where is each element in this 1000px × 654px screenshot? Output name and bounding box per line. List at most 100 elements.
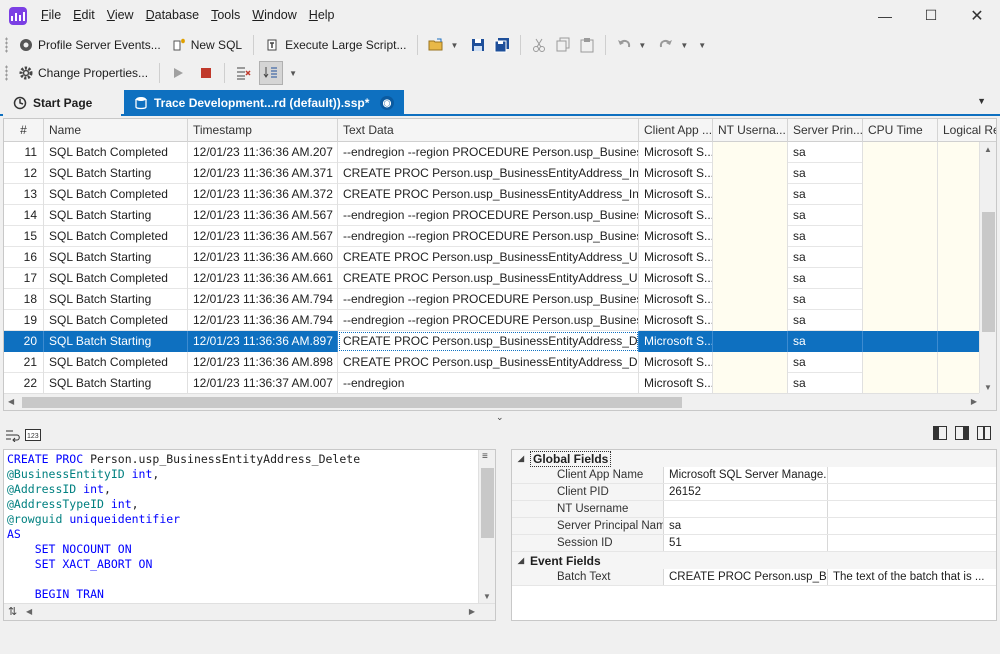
editor-vertical-scrollbar[interactable]: ≡ ▼ bbox=[478, 450, 495, 604]
header-col-timestamp[interactable]: Timestamp bbox=[188, 119, 338, 142]
table-row[interactable]: 12 SQL Batch Starting 12/01/23 11:36:36 AM… bbox=[4, 163, 996, 184]
cell-cpu-time bbox=[863, 142, 938, 163]
scroll-down-icon[interactable]: ▼ bbox=[984, 383, 992, 392]
split-horizontal-icon[interactable]: ⇅ bbox=[8, 605, 17, 618]
header-col-nt-username[interactable]: NT Userna... bbox=[713, 119, 788, 142]
table-row[interactable]: 21 SQL Batch Completed 12/01/23 11:36:36 A… bbox=[4, 352, 996, 373]
scroll-left-icon[interactable]: ◀ bbox=[26, 607, 32, 616]
menu-file[interactable]: File bbox=[35, 0, 67, 31]
table-row[interactable]: 13 SQL Batch Completed 12/01/23 11:36:36 A… bbox=[4, 184, 996, 205]
redo-dropdown-icon[interactable]: ▼ bbox=[680, 41, 688, 50]
table-row[interactable]: 18 SQL Batch Starting 12/01/23 11:36:36 AM… bbox=[4, 289, 996, 310]
menu-database[interactable]: Database bbox=[140, 0, 206, 31]
layout-split-panel-icon[interactable] bbox=[977, 426, 991, 440]
header-col-client-app[interactable]: Client App ... bbox=[639, 119, 713, 142]
menu-window[interactable]: Window bbox=[246, 0, 302, 31]
event-fields-section[interactable]: ◢ Event Fields bbox=[512, 552, 996, 569]
toolbar-grip[interactable] bbox=[5, 65, 8, 81]
menu-help[interactable]: Help bbox=[303, 0, 341, 31]
open-file-button[interactable] bbox=[424, 33, 448, 57]
undo-button[interactable] bbox=[612, 33, 636, 57]
line-numbers-button[interactable]: 123 bbox=[23, 425, 43, 445]
scroll-up-icon[interactable]: ▲ bbox=[984, 145, 992, 154]
global-fields-section[interactable]: ◢ Global Fields bbox=[512, 450, 996, 467]
execute-large-script-button[interactable]: Execute Large Script... bbox=[260, 33, 411, 57]
save-all-button[interactable] bbox=[490, 33, 514, 57]
start-button[interactable] bbox=[166, 61, 190, 85]
header-col-name[interactable]: Name bbox=[44, 119, 188, 142]
collapse-icon[interactable]: ◢ bbox=[512, 556, 530, 565]
menu-view[interactable]: View bbox=[101, 0, 140, 31]
collapse-icon[interactable]: ◢ bbox=[512, 454, 530, 463]
save-button[interactable] bbox=[466, 33, 490, 57]
menu-edit[interactable]: Edit bbox=[67, 0, 101, 31]
property-value: CREATE PROC Person.usp_B... bbox=[664, 569, 828, 585]
header-col-server-principal[interactable]: Server Prin... bbox=[788, 119, 863, 142]
new-sql-button[interactable]: New SQL bbox=[166, 33, 247, 57]
paste-button[interactable] bbox=[575, 33, 599, 57]
grid-vertical-scrollbar[interactable]: ▲ ▼ bbox=[979, 142, 996, 395]
cell-text-data: --endregion --region PROCEDURE Person.us… bbox=[338, 310, 639, 331]
scroll-left-icon[interactable]: ◀ bbox=[8, 397, 14, 406]
header-col-logical-reads[interactable]: Logical Rea bbox=[938, 119, 996, 142]
menu-tools[interactable]: Tools bbox=[205, 0, 246, 31]
scroll-right-icon[interactable]: ▶ bbox=[971, 397, 977, 406]
header-col-number[interactable]: # bbox=[4, 119, 44, 142]
table-row[interactable]: 19 SQL Batch Completed 12/01/23 11:36:36 A… bbox=[4, 310, 996, 331]
cell-name: SQL Batch Starting bbox=[44, 163, 188, 184]
word-wrap-button[interactable] bbox=[3, 425, 23, 445]
minimize-button[interactable]: — bbox=[862, 0, 908, 31]
editor-vscroll-thumb[interactable] bbox=[481, 468, 494, 538]
cell-server-principal: sa bbox=[788, 373, 863, 394]
stop-button[interactable] bbox=[194, 61, 218, 85]
property-row[interactable]: NT Username bbox=[512, 501, 996, 518]
editor-horizontal-scrollbar[interactable]: ⇅ ◀ ▶ bbox=[4, 603, 495, 620]
property-row[interactable]: Server Principal Name sa bbox=[512, 518, 996, 535]
svg-text:123: 123 bbox=[27, 433, 39, 440]
sql-code[interactable]: CREATE PROC Person.usp_BusinessEntityAdd… bbox=[7, 452, 360, 602]
grid-vscroll-thumb[interactable] bbox=[982, 212, 995, 332]
autoscroll-dropdown-icon[interactable]: ▼ bbox=[289, 69, 297, 78]
grid-hscroll-thumb[interactable] bbox=[22, 397, 682, 408]
copy-button[interactable] bbox=[551, 33, 575, 57]
table-row[interactable]: 20 SQL Batch Starting 12/01/23 11:36:36 AM… bbox=[4, 331, 996, 352]
layout-right-panel-icon[interactable] bbox=[955, 426, 969, 440]
toolbar-grip[interactable] bbox=[5, 37, 8, 53]
table-row[interactable]: 14 SQL Batch Starting 12/01/23 11:36:36 AM… bbox=[4, 205, 996, 226]
header-col-text-data[interactable]: Text Data bbox=[338, 119, 639, 142]
cut-button[interactable] bbox=[527, 33, 551, 57]
redo-button[interactable] bbox=[654, 33, 678, 57]
property-row[interactable]: Client App Name Microsoft SQL Server Mana… bbox=[512, 467, 996, 484]
tab-list-dropdown-icon[interactable]: ▼ bbox=[977, 96, 986, 106]
sql-text-viewer[interactable]: CREATE PROC Person.usp_BusinessEntityAdd… bbox=[3, 449, 496, 621]
maximize-button[interactable]: ☐ bbox=[908, 0, 954, 31]
layout-left-panel-icon[interactable] bbox=[933, 426, 947, 440]
table-row[interactable]: 16 SQL Batch Starting 12/01/23 11:36:36 AM… bbox=[4, 247, 996, 268]
cell-timestamp: 12/01/23 11:36:36 AM.660 bbox=[188, 247, 338, 268]
open-file-dropdown-icon[interactable]: ▼ bbox=[450, 41, 458, 50]
property-row[interactable]: Client PID 26152 bbox=[512, 484, 996, 501]
table-row[interactable]: 17 SQL Batch Completed 12/01/23 11:36:36 A… bbox=[4, 268, 996, 289]
undo-dropdown-icon[interactable]: ▼ bbox=[638, 41, 646, 50]
close-window-button[interactable]: ✕ bbox=[954, 0, 1000, 31]
property-row[interactable]: Batch Text CREATE PROC Person.usp_B... The… bbox=[512, 569, 996, 586]
tab-start-page[interactable]: Start Page bbox=[3, 90, 121, 116]
table-row[interactable]: 22 SQL Batch Starting 12/01/23 11:36:37 AM… bbox=[4, 373, 996, 394]
change-properties-button[interactable]: Change Properties... bbox=[13, 61, 153, 85]
close-tab-icon[interactable]: ◉ bbox=[380, 96, 394, 110]
table-row[interactable]: 11 SQL Batch Completed 12/01/23 11:36:36 A… bbox=[4, 142, 996, 163]
toolbar-options-icon[interactable]: ▼ bbox=[698, 41, 706, 50]
grid-horizontal-scrollbar[interactable]: ◀ ▶ bbox=[4, 393, 981, 410]
property-row[interactable]: Session ID 51 bbox=[512, 535, 996, 552]
split-editor-icon[interactable]: ≡ bbox=[482, 451, 488, 462]
autoscroll-button[interactable] bbox=[259, 61, 284, 85]
scroll-right-icon[interactable]: ▶ bbox=[469, 607, 475, 616]
header-col-cpu-time[interactable]: CPU Time bbox=[863, 119, 938, 142]
tab-trace-session[interactable]: Trace Development...rd (default)).ssp* ◉ bbox=[124, 90, 404, 116]
profile-server-events-button[interactable]: Profile Server Events... bbox=[13, 33, 166, 57]
collapse-panel-icon[interactable]: ⌄ bbox=[496, 412, 504, 423]
code-token: AS bbox=[7, 527, 21, 541]
clear-events-button[interactable] bbox=[231, 61, 255, 85]
table-row[interactable]: 15 SQL Batch Completed 12/01/23 11:36:36 A… bbox=[4, 226, 996, 247]
scroll-down-icon[interactable]: ▼ bbox=[483, 592, 491, 601]
